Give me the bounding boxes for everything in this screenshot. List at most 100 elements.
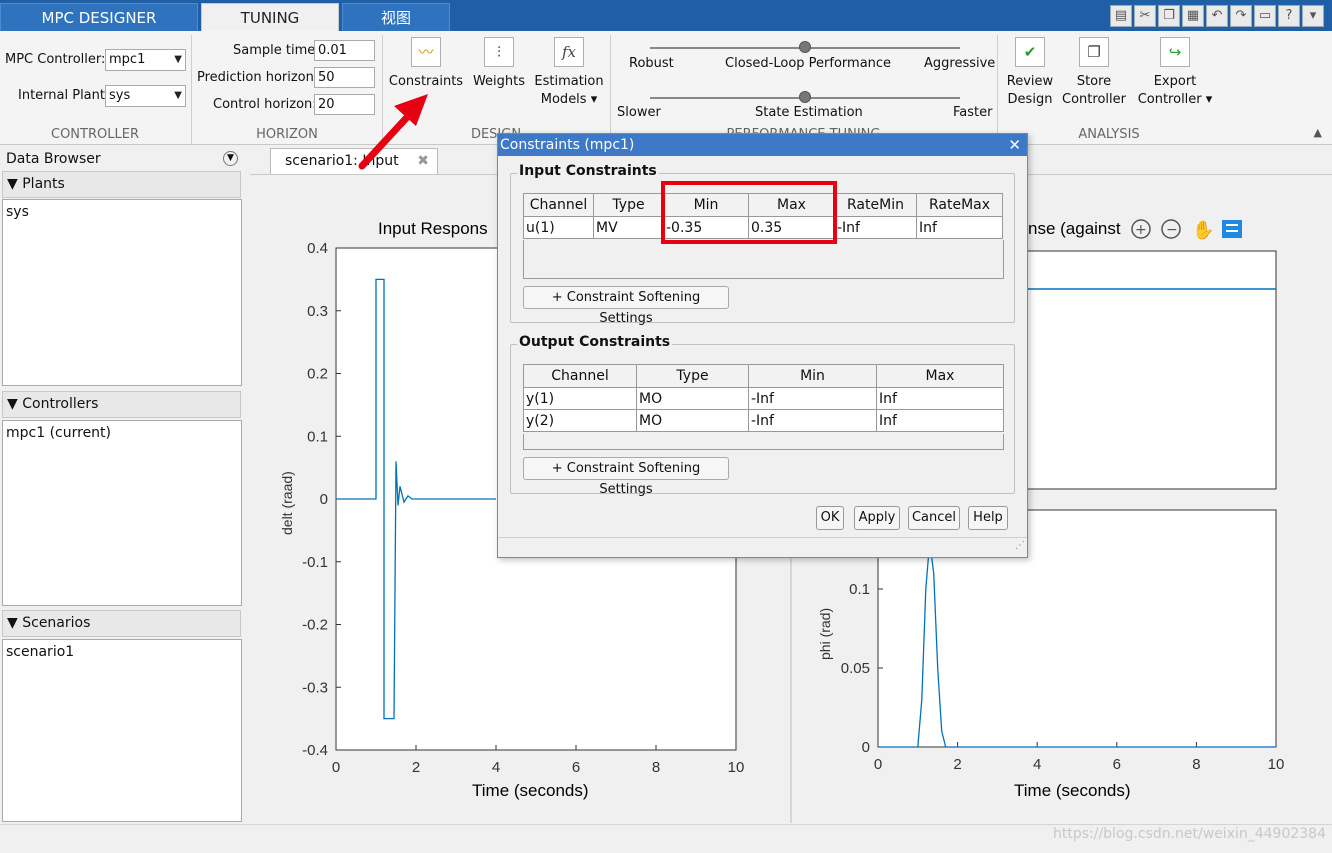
data-browser: Data Browser ▼ ▼ Plants sys ▼ Controller… — [0, 146, 246, 824]
state-estimation-slider-handle[interactable] — [799, 91, 811, 103]
control-horizon-label: Control horizon: — [213, 97, 317, 112]
export-controller-button[interactable]: ↪ Export Controller ▾ — [1132, 37, 1218, 109]
redo-icon[interactable]: ↷ — [1230, 5, 1252, 27]
data-browser-title: Data Browser ▼ — [0, 148, 244, 170]
state-estimation-label: State Estimation — [755, 105, 863, 120]
estimation-models-button[interactable]: fx Estimation Models ▾ — [532, 37, 606, 109]
plants-list: sys — [2, 199, 242, 386]
chevron-down-icon: ▼ — [174, 54, 182, 65]
documents-icon: ❐ — [1079, 37, 1109, 67]
table-cell: y(2) — [523, 409, 637, 432]
dialog-title-bar[interactable]: Constraints (mpc1) ✕ — [498, 134, 1027, 156]
output-constraints-group: Output Constraints Channel Type Min Max … — [510, 334, 1015, 497]
scenarios-list: scenario1 — [2, 639, 242, 822]
browser-options-icon[interactable]: ▼ — [223, 151, 238, 166]
prediction-horizon-label: Prediction horizon: — [197, 70, 319, 85]
collapse-toolstrip-icon[interactable]: ▲ — [1314, 126, 1322, 139]
table-cell[interactable]: -Inf — [834, 216, 917, 239]
sample-time-input[interactable]: 0.01 — [314, 40, 375, 61]
output-constraints-title: Output Constraints — [517, 334, 673, 350]
apply-button[interactable]: Apply — [854, 506, 900, 530]
table-cell[interactable]: -Inf — [748, 409, 877, 432]
close-icon[interactable]: ✖ — [417, 149, 429, 173]
table-cell: u(1) — [523, 216, 594, 239]
list-item[interactable]: mpc1 (current) — [6, 425, 238, 441]
tab-mpc-designer[interactable]: MPC DESIGNER — [0, 3, 198, 31]
store-controller-button[interactable]: ❐ Store Controller — [1060, 37, 1128, 109]
resize-grip-icon[interactable]: ⋰ — [1015, 540, 1025, 551]
sample-time-label: Sample time: — [233, 43, 320, 58]
controllers-pane-header[interactable]: ▼ Controllers — [2, 391, 241, 418]
column-header: Type — [593, 193, 664, 217]
input-constraints-title: Input Constraints — [517, 163, 659, 179]
ok-button[interactable]: OK — [816, 506, 844, 530]
output-constraint-softening-button[interactable]: + Constraint Softening Settings — [523, 457, 729, 497]
tab-view[interactable]: 视图 — [342, 3, 450, 31]
table-row: y(1) MO -Inf Inf — [523, 387, 1004, 410]
list-item[interactable]: sys — [6, 204, 238, 220]
table-cell: y(1) — [523, 387, 637, 410]
table-cell[interactable]: Inf — [876, 387, 1004, 410]
table-cell[interactable]: -Inf — [748, 387, 877, 410]
closed-loop-slider-handle[interactable] — [799, 41, 811, 53]
scenarios-pane-header[interactable]: ▼ Scenarios — [2, 610, 241, 637]
internal-plant-select[interactable]: sys ▼ — [105, 85, 186, 107]
collapse-icon: ▼ — [7, 176, 18, 192]
mpc-controller-label: MPC Controller: — [5, 52, 106, 67]
constraints-icon: 〰 — [411, 37, 441, 67]
prediction-horizon-input[interactable]: 50 — [314, 67, 375, 88]
table-cell[interactable]: Inf — [916, 216, 1003, 239]
function-icon: fx — [554, 37, 584, 67]
checklist-icon: ✔ — [1015, 37, 1045, 67]
aggressive-label: Aggressive — [924, 56, 996, 71]
dropdown-icon[interactable]: ▾ — [1302, 5, 1324, 27]
robust-label: Robust — [629, 56, 674, 71]
review-design-button[interactable]: ✔ Review Design — [1002, 37, 1058, 109]
table-cell[interactable]: MV — [593, 216, 664, 239]
chevron-down-icon: ▼ — [174, 90, 182, 101]
quick-access-toolbar: ▤ ✂ ❐ ▦ ↶ ↷ ▭ ? ▾ — [1110, 5, 1324, 27]
table-cell[interactable]: Inf — [876, 409, 1004, 432]
save-icon[interactable]: ▤ — [1110, 5, 1132, 27]
close-icon[interactable]: ✕ — [1008, 134, 1021, 156]
column-header: Max — [876, 364, 1004, 388]
column-header: Channel — [523, 364, 637, 388]
ribbon-tab-bar: MPC DESIGNER TUNING 视图 ▤ ✂ ❐ ▦ ↶ ↷ ▭ ? ▾ — [0, 0, 1332, 31]
faster-label: Faster — [953, 105, 993, 120]
watermark: https://blog.csdn.net/weixin_44902384 — [1052, 826, 1326, 842]
analysis-section-label: ANALYSIS — [1078, 127, 1140, 142]
paste-icon[interactable]: ▦ — [1182, 5, 1204, 27]
column-header: Min — [748, 364, 877, 388]
closed-loop-performance-label: Closed-Loop Performance — [725, 56, 892, 71]
mpc-controller-select[interactable]: mpc1 ▼ — [105, 49, 186, 71]
weights-button[interactable]: ⫶ Weights — [468, 37, 530, 91]
column-header: RateMin — [834, 193, 917, 217]
plants-pane-header[interactable]: ▼ Plants — [2, 171, 241, 198]
slower-label: Slower — [617, 105, 661, 120]
cut-icon[interactable]: ✂ — [1134, 5, 1156, 27]
window-icon[interactable]: ▭ — [1254, 5, 1276, 27]
tab-tuning[interactable]: TUNING — [201, 3, 339, 31]
controllers-list: mpc1 (current) — [2, 420, 242, 606]
export-icon: ↪ — [1160, 37, 1190, 67]
collapse-icon: ▼ — [7, 396, 18, 412]
help-icon[interactable]: ? — [1278, 5, 1300, 27]
list-item[interactable]: scenario1 — [6, 644, 238, 660]
undo-icon[interactable]: ↶ — [1206, 5, 1228, 27]
cancel-button[interactable]: Cancel — [908, 506, 960, 530]
table-empty-area — [523, 434, 1004, 450]
internal-plant-label: Internal Plant: — [18, 88, 110, 103]
annotation-highlight-box — [661, 181, 837, 244]
help-button[interactable]: Help — [968, 506, 1008, 530]
table-cell[interactable]: MO — [636, 409, 749, 432]
collapse-icon: ▼ — [7, 615, 18, 631]
control-horizon-input[interactable]: 20 — [314, 94, 375, 115]
document-tab-scenario1-input[interactable]: scenario1: Input ✖ — [270, 148, 438, 174]
input-constraint-softening-button[interactable]: + Constraint Softening Settings — [523, 286, 729, 326]
table-row: y(2) MO -Inf Inf — [523, 409, 1004, 432]
table-empty-area — [523, 240, 1004, 279]
dialog-status-bar: ⋰ — [498, 537, 1027, 557]
copy-icon[interactable]: ❐ — [1158, 5, 1180, 27]
constraints-button[interactable]: 〰 Constraints — [386, 37, 466, 91]
table-cell[interactable]: MO — [636, 387, 749, 410]
